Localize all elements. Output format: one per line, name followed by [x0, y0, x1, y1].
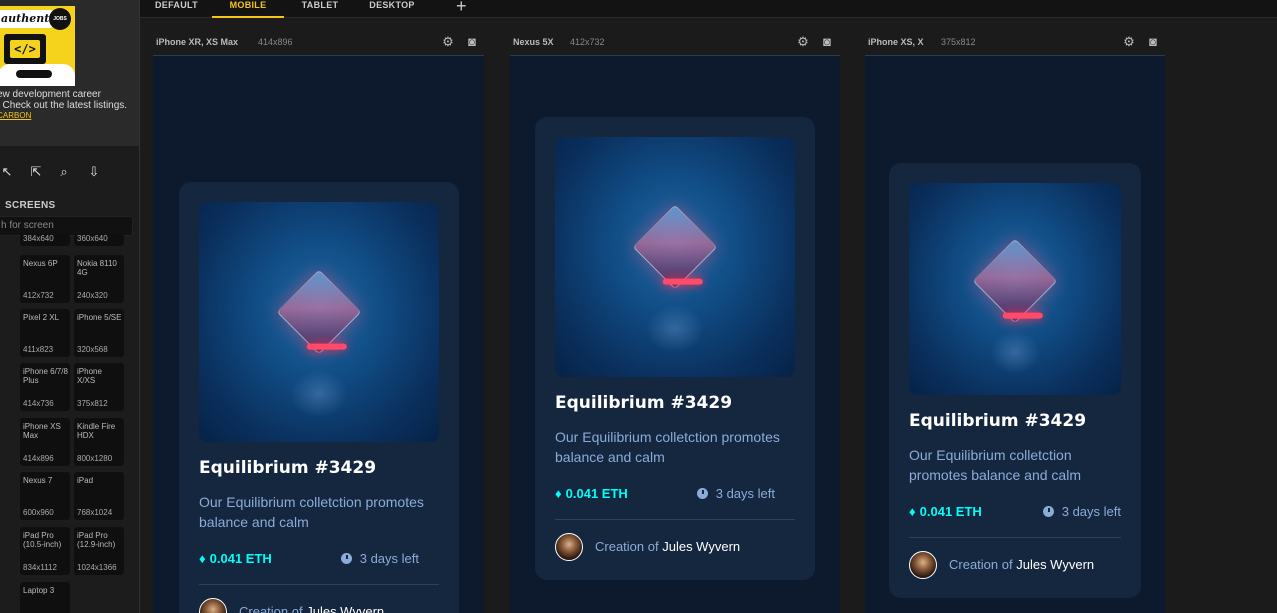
ad-jobs-badge: JOBS: [49, 8, 71, 30]
clock-icon: [696, 488, 708, 499]
cube-illustration: [276, 269, 362, 355]
frame-header: Nexus 5X 412x732 ⚙ ◙: [513, 34, 840, 50]
ad-image[interactable]: authentic JOBS </>: [0, 6, 75, 86]
ad-text-line1: ew development career: [0, 89, 101, 100]
tab-default[interactable]: DEFAULT: [155, 0, 198, 18]
view-tab-bar: DEFAULT MOBILE TABLET DESKTOP +: [140, 0, 1277, 18]
add-view-icon[interactable]: +: [456, 0, 467, 15]
carbon-ad[interactable]: authentic JOBS </> ew development career…: [0, 0, 139, 146]
tab-tablet[interactable]: TABLET: [301, 0, 339, 18]
device-viewport: Equilibrium #3429 Our Equilibrium collet…: [153, 55, 484, 613]
nft-image[interactable]: [199, 202, 439, 442]
nft-time-left: 3 days left: [1041, 504, 1121, 519]
creator-link[interactable]: Jules Wyvern: [306, 604, 384, 613]
sidebar: authentic JOBS </> ew development career…: [0, 0, 140, 613]
nft-card: Equilibrium #3429 Our Equilibrium collet…: [889, 163, 1141, 598]
avatar: [909, 551, 937, 579]
cursor-icon[interactable]: ↖: [0, 163, 16, 181]
ethereum-icon: ♦: [909, 504, 916, 519]
tab-desktop[interactable]: DESKTOP: [369, 0, 415, 18]
ad-carbon-link[interactable]: A CARBON: [0, 111, 31, 120]
device-tile-ipad[interactable]: iPad 768x1024: [74, 472, 124, 520]
device-tile-iphone-5se[interactable]: iPhone 5/SE 320x568: [74, 309, 124, 357]
avatar: [199, 598, 227, 613]
device-tile-ipad-pro-10[interactable]: iPad Pro (10.5-inch) 834x1112: [20, 527, 70, 575]
nft-card: Equilibrium #3429 Our Equilibrium collet…: [179, 182, 459, 613]
cursor-select-icon[interactable]: ⇱: [27, 163, 45, 181]
camera-icon[interactable]: ◙: [464, 34, 480, 50]
nft-title[interactable]: Equilibrium #3429: [199, 458, 376, 478]
frame-header: iPhone XR, XS Max 414x896 ⚙ ◙: [156, 34, 484, 50]
nft-description: Our Equilibrium colletction promotes bal…: [909, 447, 1081, 483]
gear-icon[interactable]: ⚙: [440, 34, 456, 50]
device-tile-pixel-2-xl[interactable]: Pixel 2 XL 411x823: [20, 309, 70, 357]
nft-price: ♦ 0.041 ETH: [555, 486, 628, 501]
ethereum-icon: ♦: [199, 551, 206, 566]
frame-header: iPhone XS, X 375x812 ⚙ ◙: [868, 34, 1165, 50]
nft-image[interactable]: [555, 137, 795, 377]
frame-device-size: 414x896: [258, 37, 293, 47]
avatar: [555, 533, 583, 561]
code-screen-icon: </>: [4, 34, 46, 64]
cube-illustration: [632, 204, 718, 290]
creator-link[interactable]: Jules Wyvern: [662, 539, 740, 554]
camera-icon[interactable]: ◙: [1145, 34, 1161, 50]
cloud-download-icon[interactable]: ⇩: [85, 163, 103, 181]
divider: [909, 537, 1121, 538]
frame-device-name: Nexus 5X: [513, 37, 554, 47]
ad-illustration: [0, 64, 75, 86]
ethereum-icon: ♦: [555, 486, 562, 501]
screen-search-input[interactable]: h for screen: [0, 216, 133, 236]
gear-icon[interactable]: ⚙: [1121, 34, 1137, 50]
divider: [199, 584, 439, 585]
device-viewport: Equilibrium #3429 Our Equilibrium collet…: [510, 55, 840, 613]
clock-icon: [1042, 506, 1054, 517]
tool-icons: ↖ ⇱ ⌕ ⇩: [0, 163, 139, 183]
nft-card: Equilibrium #3429 Our Equilibrium collet…: [535, 117, 815, 580]
nft-description: Our Equilibrium colletction promotes bal…: [199, 494, 424, 530]
nft-image[interactable]: [909, 183, 1121, 395]
device-tile-iphone-xs-max[interactable]: iPhone XS Max 414x896: [20, 418, 70, 466]
tab-mobile[interactable]: MOBILE: [212, 0, 284, 18]
frame-device-name: iPhone XR, XS Max: [156, 37, 239, 47]
search-icon[interactable]: ⌕: [55, 163, 73, 181]
device-tile-ipad-pro-12[interactable]: iPad Pro (12.9-inch) 1024x1366: [74, 527, 124, 575]
device-tile-laptop[interactable]: Laptop 3: [20, 582, 70, 613]
frame-device-size: 375x812: [941, 37, 976, 47]
creator-link[interactable]: Jules Wyvern: [1016, 557, 1094, 572]
frame-device-name: iPhone XS, X: [868, 37, 924, 47]
nft-title[interactable]: Equilibrium #3429: [555, 393, 732, 413]
device-tile-nexus-6p[interactable]: Nexus 6P 412x732: [20, 255, 70, 303]
nft-time-left: 3 days left: [339, 551, 419, 566]
nft-price: ♦ 0.041 ETH: [909, 504, 982, 519]
nft-creator: Creation of Jules Wyvern: [239, 604, 384, 613]
nft-description: Our Equilibrium colletction promotes bal…: [555, 429, 780, 465]
device-tile-nokia-8110[interactable]: Nokia 8110 4G 240x320: [74, 255, 124, 303]
device-tile[interactable]: 360x640: [74, 234, 124, 246]
nft-time-left: 3 days left: [695, 486, 775, 501]
device-tile[interactable]: 384x640: [20, 234, 70, 246]
device-tile-nexus-7[interactable]: Nexus 7 600x960: [20, 472, 70, 520]
nft-creator: Creation of Jules Wyvern: [595, 539, 741, 554]
frame-device-size: 412x732: [570, 37, 605, 47]
device-tile-kindle-fire-hdx[interactable]: Kindle Fire HDX 800x1280: [74, 418, 124, 466]
code-glyph: </>: [10, 40, 40, 58]
nft-price: ♦ 0.041 ETH: [199, 551, 272, 566]
screens-heading: SCREENS: [5, 200, 56, 211]
ad-text-line2: . Check out the latest listings.: [0, 100, 128, 111]
camera-icon[interactable]: ◙: [819, 34, 835, 50]
device-tile-iphone-678-plus[interactable]: iPhone 6/7/8 Plus 414x736: [20, 363, 70, 411]
ad-text[interactable]: ew development career . Check out the la…: [0, 89, 139, 111]
nft-creator: Creation of Jules Wyvern: [949, 557, 1095, 572]
cube-illustration: [972, 238, 1058, 323]
device-tile-iphone-x-xs[interactable]: iPhone X/XS 375x812: [74, 363, 124, 411]
clock-icon: [340, 553, 352, 564]
gear-icon[interactable]: ⚙: [795, 34, 811, 50]
device-viewport: Equilibrium #3429 Our Equilibrium collet…: [865, 55, 1165, 613]
nft-title[interactable]: Equilibrium #3429: [909, 411, 1086, 431]
divider: [555, 519, 795, 520]
